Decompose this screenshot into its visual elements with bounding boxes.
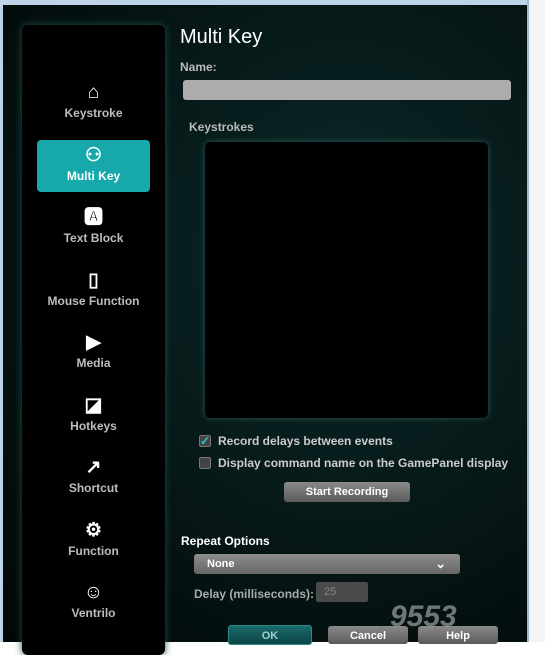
sidebar-item-ventrilo[interactable]: ☺ Ventrilo [37,577,150,629]
play-icon: ▶ [86,332,101,353]
keycap-icon: ⌂ [87,82,100,103]
sidebar-item-hotkeys[interactable]: ◪ Hotkeys [37,390,150,442]
sidebar-item-function[interactable]: ⚙ Function [37,515,150,567]
sidebar-item-label: Ventrilo [71,606,116,620]
repeat-options-dropdown[interactable]: None ⌄ [194,554,460,574]
display-name-checkbox[interactable] [199,457,211,469]
sidebar-item-label: Hotkeys [70,418,117,433]
sidebar-item-label: Multi Key [66,168,121,183]
display-name-label: Display command name on the GamePanel di… [218,456,509,470]
page-title: Multi Key [180,26,263,48]
mouse-icon: ▯ [88,269,99,291]
sidebar-item-label: Media [76,356,111,370]
delay-input[interactable]: 25 [316,582,368,602]
sidebar-item-mouse-function[interactable]: ▯ Mouse Function [37,265,150,317]
sidebar-item-multi-key[interactable]: ⚇ Multi Key [37,139,150,192]
watermark-logo: 9553 [390,600,457,633]
window-edge [527,0,545,642]
ventrilo-icon: ☺ [83,582,104,603]
sidebar-item-label: Mouse Function [47,293,140,308]
sidebar-item-text-block[interactable]: 🅰 Text Block [37,202,150,254]
chevron-down-icon: ⌄ [435,556,446,571]
sidebar-item-label: Shortcut [68,481,119,495]
command-type-sidebar: ⌂ Keystroke ⚇ Multi Key 🅰 Text Block ▯ Mouse Fu… [22,25,165,655]
name-label: Name: [180,60,217,74]
sidebar-item-label: Keystroke [64,106,123,120]
keystrokes-label: Keystrokes [189,120,254,134]
sidebar-item-label: Text Block [63,231,124,245]
shortcut-arrow-icon: ↗ [85,457,102,478]
sidebar-item-label: Function [68,543,119,558]
multi-keycap-icon: ⚇ [84,144,103,166]
delay-label: Delay (milliseconds): [194,587,315,601]
dropdown-value: None [207,558,235,570]
repeat-options-label: Repeat Options [181,534,270,548]
name-input[interactable] [183,80,511,100]
record-delays-checkbox[interactable]: ✓ [199,435,211,447]
sidebar-item-media[interactable]: ▶ Media [37,327,150,379]
hotkey-icon: ◪ [84,394,103,416]
record-delays-label: Record delays between events [218,434,393,448]
ok-button[interactable]: OK [228,625,312,645]
keystrokes-list[interactable] [205,142,488,418]
sidebar-item-keystroke[interactable]: ⌂ Keystroke [37,77,150,129]
text-block-icon: 🅰 [83,207,103,228]
sidebar-item-shortcut[interactable]: ↗ Shortcut [37,452,150,504]
start-recording-button[interactable]: Start Recording [284,482,410,502]
function-gear-icon: ⚙ [84,519,103,541]
